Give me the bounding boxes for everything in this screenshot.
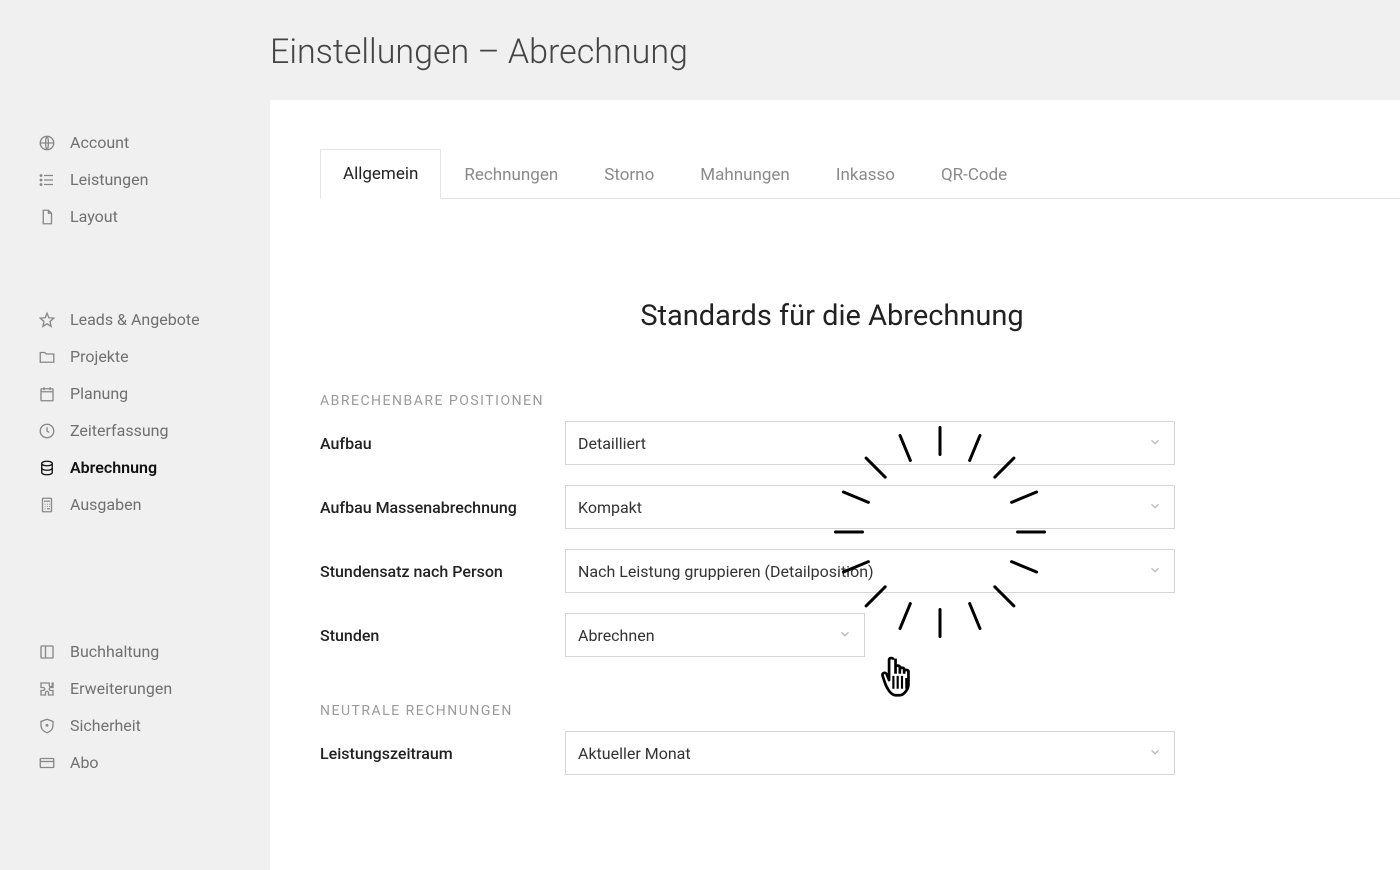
sidebar-item-label: Account: [70, 133, 129, 152]
tab-rechnungen[interactable]: Rechnungen: [441, 150, 581, 199]
row-massenabrechnung: Aufbau Massenabrechnung Kompakt: [320, 485, 1344, 529]
calculator-icon: [38, 496, 56, 514]
sidebar-item-label: Erweiterungen: [70, 679, 172, 698]
sidebar-item-erweiterungen[interactable]: Erweiterungen: [0, 670, 270, 707]
sidebar-item-leistungen[interactable]: Leistungen: [0, 161, 270, 198]
sidebar-item-leads[interactable]: Leads & Angebote: [0, 301, 270, 338]
row-stundenperson: Stundensatz nach Person Nach Leistung gr…: [320, 549, 1344, 593]
sidebar-item-layout[interactable]: Layout: [0, 198, 270, 235]
clock-icon: [38, 422, 56, 440]
main-content: Allgemein Rechnungen Storno Mahnungen In…: [270, 100, 1400, 870]
row-leistungszeitraum: Leistungszeitraum Aktueller Monat: [320, 731, 1344, 775]
sidebar-item-account[interactable]: Account: [0, 124, 270, 161]
sidebar-item-abrechnung[interactable]: Abrechnung: [0, 449, 270, 486]
sidebar: Account Leistungen Layout Leads & Angebo…: [0, 100, 270, 870]
sidebar-item-label: Planung: [70, 384, 128, 403]
label-massenabrechnung: Aufbau Massenabrechnung: [320, 498, 565, 517]
row-aufbau: Aufbau Detailliert: [320, 421, 1344, 465]
section-title: Standards für die Abrechnung: [320, 299, 1344, 333]
sidebar-item-projekte[interactable]: Projekte: [0, 338, 270, 375]
sidebar-item-sicherheit[interactable]: Sicherheit: [0, 707, 270, 744]
sidebar-item-ausgaben[interactable]: Ausgaben: [0, 486, 270, 523]
sidebar-item-label: Abrechnung: [70, 458, 157, 477]
tab-mahnungen[interactable]: Mahnungen: [677, 150, 813, 199]
folder-icon: [38, 348, 56, 366]
ledger-icon: [38, 643, 56, 661]
tab-storno[interactable]: Storno: [581, 150, 677, 199]
puzzle-icon: [38, 680, 56, 698]
group-header-neutrale: NEUTRALE RECHNUNGEN: [320, 703, 1344, 719]
select-stunden[interactable]: Abrechnen: [565, 613, 865, 657]
label-leistungszeitraum: Leistungszeitraum: [320, 744, 565, 763]
sidebar-item-zeiterfassung[interactable]: Zeiterfassung: [0, 412, 270, 449]
sidebar-item-label: Buchhaltung: [70, 642, 159, 661]
select-massenabrechnung[interactable]: Kompakt: [565, 485, 1175, 529]
chevron-down-icon: [1148, 562, 1162, 581]
shield-icon: [38, 717, 56, 735]
database-icon: [38, 459, 56, 477]
sidebar-item-label: Leistungen: [70, 170, 148, 189]
select-value: Kompakt: [578, 498, 642, 517]
sidebar-item-abo[interactable]: Abo: [0, 744, 270, 781]
tab-bar: Allgemein Rechnungen Storno Mahnungen In…: [320, 148, 1400, 199]
tab-inkasso[interactable]: Inkasso: [813, 150, 918, 199]
sidebar-item-label: Projekte: [70, 347, 129, 366]
chevron-down-icon: [1148, 744, 1162, 763]
star-icon: [38, 311, 56, 329]
select-value: Detailliert: [578, 434, 646, 453]
page-title: Einstellungen – Abrechnung: [0, 0, 1400, 100]
sidebar-item-label: Abo: [70, 753, 99, 772]
label-stundenperson: Stundensatz nach Person: [320, 562, 565, 581]
label-stunden: Stunden: [320, 626, 565, 645]
file-icon: [38, 208, 56, 226]
sidebar-item-label: Layout: [70, 207, 118, 226]
select-value: Abrechnen: [578, 626, 655, 645]
chevron-down-icon: [838, 626, 852, 645]
sidebar-item-label: Sicherheit: [70, 716, 141, 735]
sidebar-item-buchhaltung[interactable]: Buchhaltung: [0, 633, 270, 670]
chevron-down-icon: [1148, 498, 1162, 517]
select-value: Nach Leistung gruppieren (Detailposition…: [578, 562, 874, 581]
tab-allgemein[interactable]: Allgemein: [320, 149, 441, 199]
select-aufbau[interactable]: Detailliert: [565, 421, 1175, 465]
select-stundenperson[interactable]: Nach Leistung gruppieren (Detailposition…: [565, 549, 1175, 593]
row-stunden: Stunden Abrechnen: [320, 613, 1344, 657]
list-icon: [38, 171, 56, 189]
group-header-positionen: ABRECHENBARE POSITIONEN: [320, 393, 1344, 409]
select-value: Aktueller Monat: [578, 744, 691, 763]
sidebar-item-label: Leads & Angebote: [70, 310, 200, 329]
calendar-icon: [38, 385, 56, 403]
sidebar-item-label: Zeiterfassung: [70, 421, 168, 440]
tab-qrcode[interactable]: QR-Code: [918, 150, 1030, 199]
label-aufbau: Aufbau: [320, 434, 565, 453]
card-icon: [38, 754, 56, 772]
chevron-down-icon: [1148, 434, 1162, 453]
globe-icon: [38, 134, 56, 152]
select-leistungszeitraum[interactable]: Aktueller Monat: [565, 731, 1175, 775]
sidebar-item-label: Ausgaben: [70, 495, 141, 514]
sidebar-item-planung[interactable]: Planung: [0, 375, 270, 412]
